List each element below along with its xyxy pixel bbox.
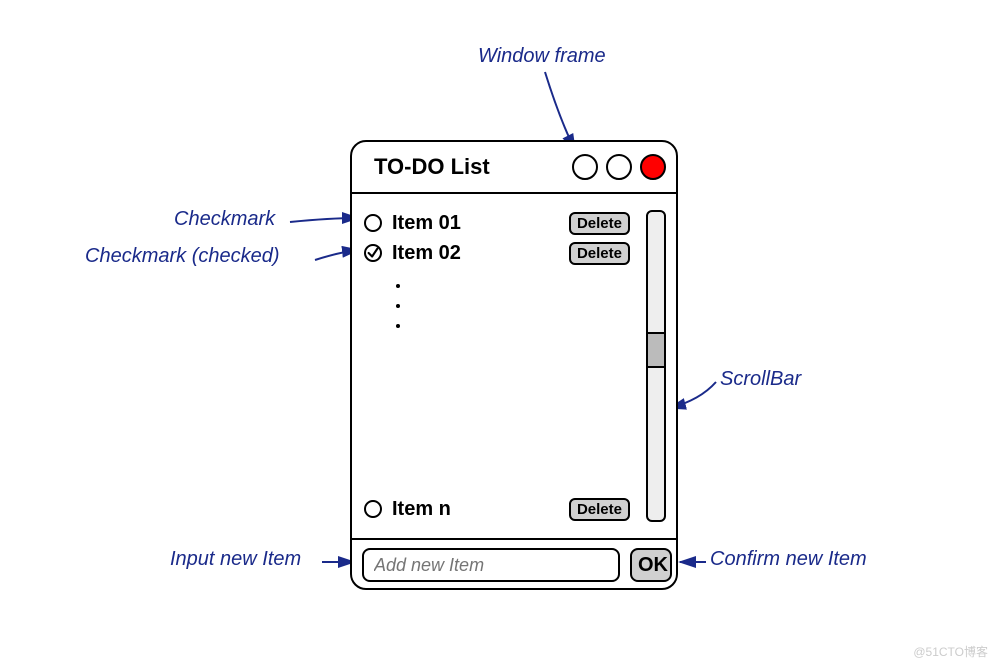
list-area: Item 01 Delete Item 02 Delete Item n Del…	[352, 194, 676, 538]
list-item: Item n Delete	[364, 494, 670, 524]
ellipsis-icon	[396, 284, 670, 328]
window-button-2[interactable]	[606, 154, 632, 180]
item-label: Item 01	[392, 212, 569, 235]
delete-button[interactable]: Delete	[569, 242, 630, 265]
list-item: Item 02 Delete	[364, 238, 670, 268]
footer: OK	[352, 538, 676, 590]
item-label: Item 02	[392, 242, 569, 265]
title-bar: TO-DO List	[352, 142, 676, 194]
watermark: @51CTO博客	[913, 643, 988, 660]
window-close-button[interactable]	[640, 154, 666, 180]
scrollbar-thumb[interactable]	[648, 332, 664, 368]
window-button-1[interactable]	[572, 154, 598, 180]
checkmark-unchecked-icon[interactable]	[364, 500, 382, 518]
list-item: Item 01 Delete	[364, 208, 670, 238]
delete-button[interactable]: Delete	[569, 212, 630, 235]
add-item-input[interactable]	[362, 548, 620, 582]
item-label: Item n	[392, 498, 569, 521]
scrollbar[interactable]	[646, 210, 666, 522]
checkmark-checked-icon[interactable]	[364, 244, 382, 262]
app-window: TO-DO List Item 01 Delete Item 02 Delete	[350, 140, 678, 590]
delete-button[interactable]: Delete	[569, 498, 630, 521]
window-title: TO-DO List	[374, 154, 564, 180]
confirm-button[interactable]: OK	[630, 548, 672, 582]
checkmark-unchecked-icon[interactable]	[364, 214, 382, 232]
